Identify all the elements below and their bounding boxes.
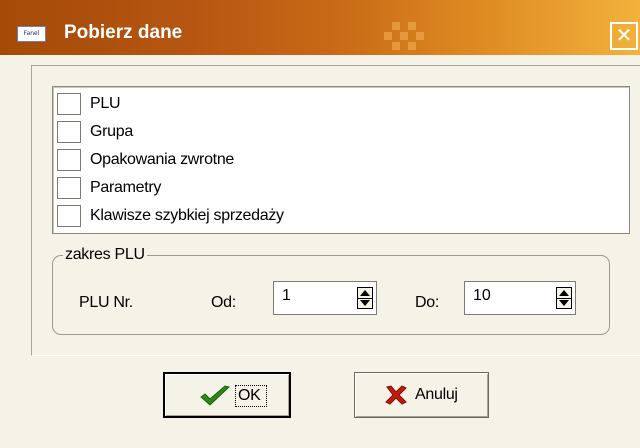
from-spinner[interactable] [357, 287, 373, 309]
title-decoration [384, 18, 432, 54]
to-spinner[interactable] [556, 287, 572, 309]
ok-label: OK [238, 387, 261, 404]
list-item-label: Opakowania zwrotne [90, 151, 235, 168]
close-button[interactable]: ✕ [610, 22, 638, 50]
list-item-label: Grupa [90, 123, 133, 140]
plu-range-group: zakres PLU PLU Nr. Od: 1 Do: 10 [52, 246, 610, 335]
plu-number-label: PLU Nr. [79, 294, 133, 311]
list-item-label: Parametry [90, 179, 162, 196]
title-bar[interactable]: Fanel Pobierz dane ✕ [0, 0, 640, 55]
app-icon: Fanel [17, 26, 46, 42]
spin-up-icon[interactable] [360, 290, 370, 296]
checkbox[interactable] [57, 205, 81, 227]
from-label: Od: [211, 294, 236, 311]
cancel-button[interactable]: Anuluj [354, 372, 489, 418]
ok-button[interactable]: OK [163, 372, 291, 418]
dialog-body: PLU Grupa Opakowania zwrotne Parametry K… [0, 55, 640, 448]
cancel-label: Anuluj [415, 386, 458, 403]
checkmark-icon [200, 385, 231, 406]
group-title: zakres PLU [63, 246, 147, 264]
list-item-label: PLU [90, 95, 121, 112]
list-item-label: Klawisze szybkiej sprzedaży [90, 207, 284, 224]
spin-down-icon[interactable] [360, 300, 370, 306]
spin-up-icon[interactable] [559, 290, 569, 296]
checkbox[interactable] [57, 121, 81, 143]
checkbox[interactable] [57, 177, 81, 199]
to-label: Do: [415, 294, 439, 311]
to-input[interactable]: 10 [464, 281, 576, 315]
spin-down-icon[interactable] [559, 300, 569, 306]
dialog-window: Fanel Pobierz dane ✕ PLU Grupa Opakowani… [0, 0, 640, 448]
window-title: Pobierz dane [64, 22, 183, 43]
spin-divider [557, 298, 571, 299]
to-value: 10 [473, 287, 491, 304]
checkbox[interactable] [57, 149, 81, 171]
spin-divider [358, 298, 372, 299]
checkbox[interactable] [57, 93, 81, 115]
data-type-checklist[interactable]: PLU Grupa Opakowania zwrotne Parametry K… [52, 86, 630, 234]
close-icon: ✕ [615, 25, 633, 47]
x-icon [385, 385, 407, 405]
from-input[interactable]: 1 [273, 281, 377, 315]
from-value: 1 [282, 287, 291, 304]
